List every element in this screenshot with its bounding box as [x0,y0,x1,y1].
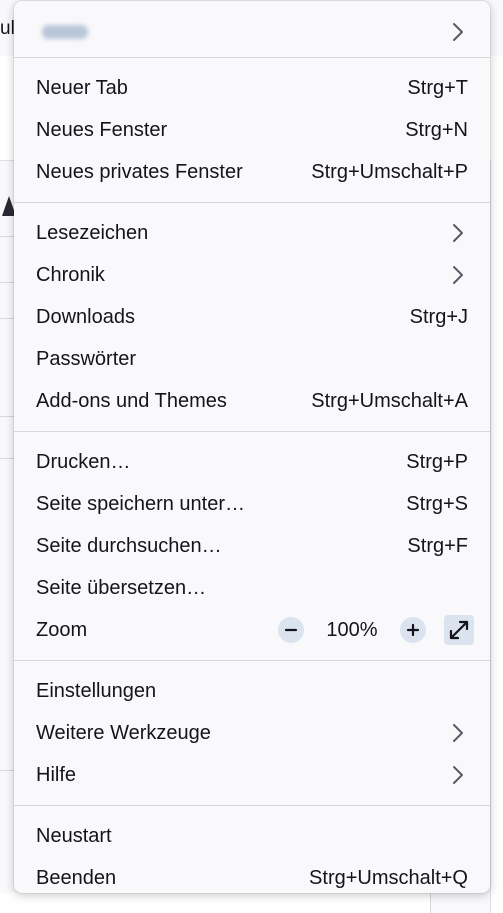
menu-item-label: Beenden [36,866,117,889]
zoom-in-button[interactable] [400,617,426,643]
menu-item-label: Neustart [36,824,112,847]
menu-item-label: Neues privates Fenster [36,160,243,183]
menu-item-shortcut: Strg+Umschalt+P [311,160,468,183]
plus-icon [406,623,420,637]
menu-item-downloads[interactable]: Downloads Strg+J [22,296,482,338]
background-scroll-strip [490,160,503,913]
menu-item-label: Drucken… [36,450,131,473]
menu-item-zoom: Zoom 100% [22,609,482,651]
menu-item-label: Seite übersetzen… [36,576,207,599]
menu-item-shortcut: Strg+T [407,76,468,99]
chevron-right-icon [448,21,468,43]
menu-item-bookmarks[interactable]: Lesezeichen [22,212,482,254]
menu-item-translate-page[interactable]: Seite übersetzen… [22,567,482,609]
menu-item-new-private-window[interactable]: Neues privates Fenster Strg+Umschalt+P [22,151,482,193]
menu-group: Lesezeichen Chronik Downloads Strg+J Passwör… [22,203,482,431]
menu-item-label: Zoom [36,618,88,641]
menu-item-print[interactable]: Drucken… Strg+P [22,441,482,483]
menu-item-label: Neues Fenster [36,118,168,141]
chevron-right-icon [448,222,468,244]
menu-group: Einstellungen Weitere Werkzeuge Hilfe [22,661,482,805]
menu-item-label: Lesezeichen [36,221,149,244]
menu-item-label: Hilfe [36,763,77,786]
menu-item-history[interactable]: Chronik [22,254,482,296]
fullscreen-expand-icon [448,619,470,641]
background-tab-text: ul [0,18,15,39]
menu-item-find-in-page[interactable]: Seite durchsuchen… Strg+F [22,525,482,567]
menu-groups: Neuer Tab Strg+T Neues Fenster Strg+N Neues … [14,57,490,908]
menu-item-new-window[interactable]: Neues Fenster Strg+N [22,109,482,151]
menu-item-label: Add-ons und Themes [36,389,227,412]
menu-item-label: Neuer Tab [36,76,128,99]
menu-item-label: Chronik [36,263,105,286]
account-name-blurred [42,25,88,39]
chevron-right-icon [448,764,468,786]
menu-group: Drucken… Strg+P Seite speichern unter… Strg… [22,432,482,660]
menu-item-settings[interactable]: Einstellungen [22,670,482,712]
zoom-out-button[interactable] [278,617,304,643]
menu-item-shortcut: Strg+Umschalt+A [311,389,468,412]
menu-item-label: Weitere Werkzeuge [36,721,211,744]
fullscreen-button[interactable] [444,615,474,645]
chevron-right-icon [448,722,468,744]
menu-item-label: Seite speichern unter… [36,492,246,515]
menu-item-shortcut: Strg+P [406,450,468,473]
menu-item-label: Seite durchsuchen… [36,534,222,557]
menu-item-label: Downloads [36,305,135,328]
menu-item-save-page[interactable]: Seite speichern unter… Strg+S [22,483,482,525]
menu-item-label: Einstellungen [36,679,157,702]
menu-group: Neuer Tab Strg+T Neues Fenster Strg+N Neues … [22,58,482,202]
menu-item-shortcut: Strg+S [406,492,468,515]
menu-item-quit[interactable]: Beenden Strg+Umschalt+Q [22,857,482,899]
menu-item-restart[interactable]: Neustart [22,815,482,857]
menu-item-new-tab[interactable]: Neuer Tab Strg+T [22,67,482,109]
menu-item-shortcut: Strg+N [405,118,468,141]
menu-item-help[interactable]: Hilfe [22,754,482,796]
menu-group: Neustart Beenden Strg+Umschalt+Q [22,806,482,908]
menu-item-passwords[interactable]: Passwörter [22,338,482,380]
menu-item-addons-themes[interactable]: Add-ons und Themes Strg+Umschalt+A [22,380,482,422]
menu-item-more-tools[interactable]: Weitere Werkzeuge [22,712,482,754]
chevron-right-icon [448,264,468,286]
zoom-controls: 100% [278,615,474,645]
minus-icon [284,623,298,637]
menu-item-shortcut: Strg+J [409,305,468,328]
menu-item-shortcut: Strg+Umschalt+Q [309,866,468,889]
account-item[interactable] [22,7,482,57]
app-menu-panel: Neuer Tab Strg+T Neues Fenster Strg+N Neues … [14,1,490,893]
zoom-reset-button[interactable]: 100% [304,619,400,642]
menu-item-shortcut: Strg+F [407,534,468,557]
menu-item-label: Passwörter [36,347,137,370]
